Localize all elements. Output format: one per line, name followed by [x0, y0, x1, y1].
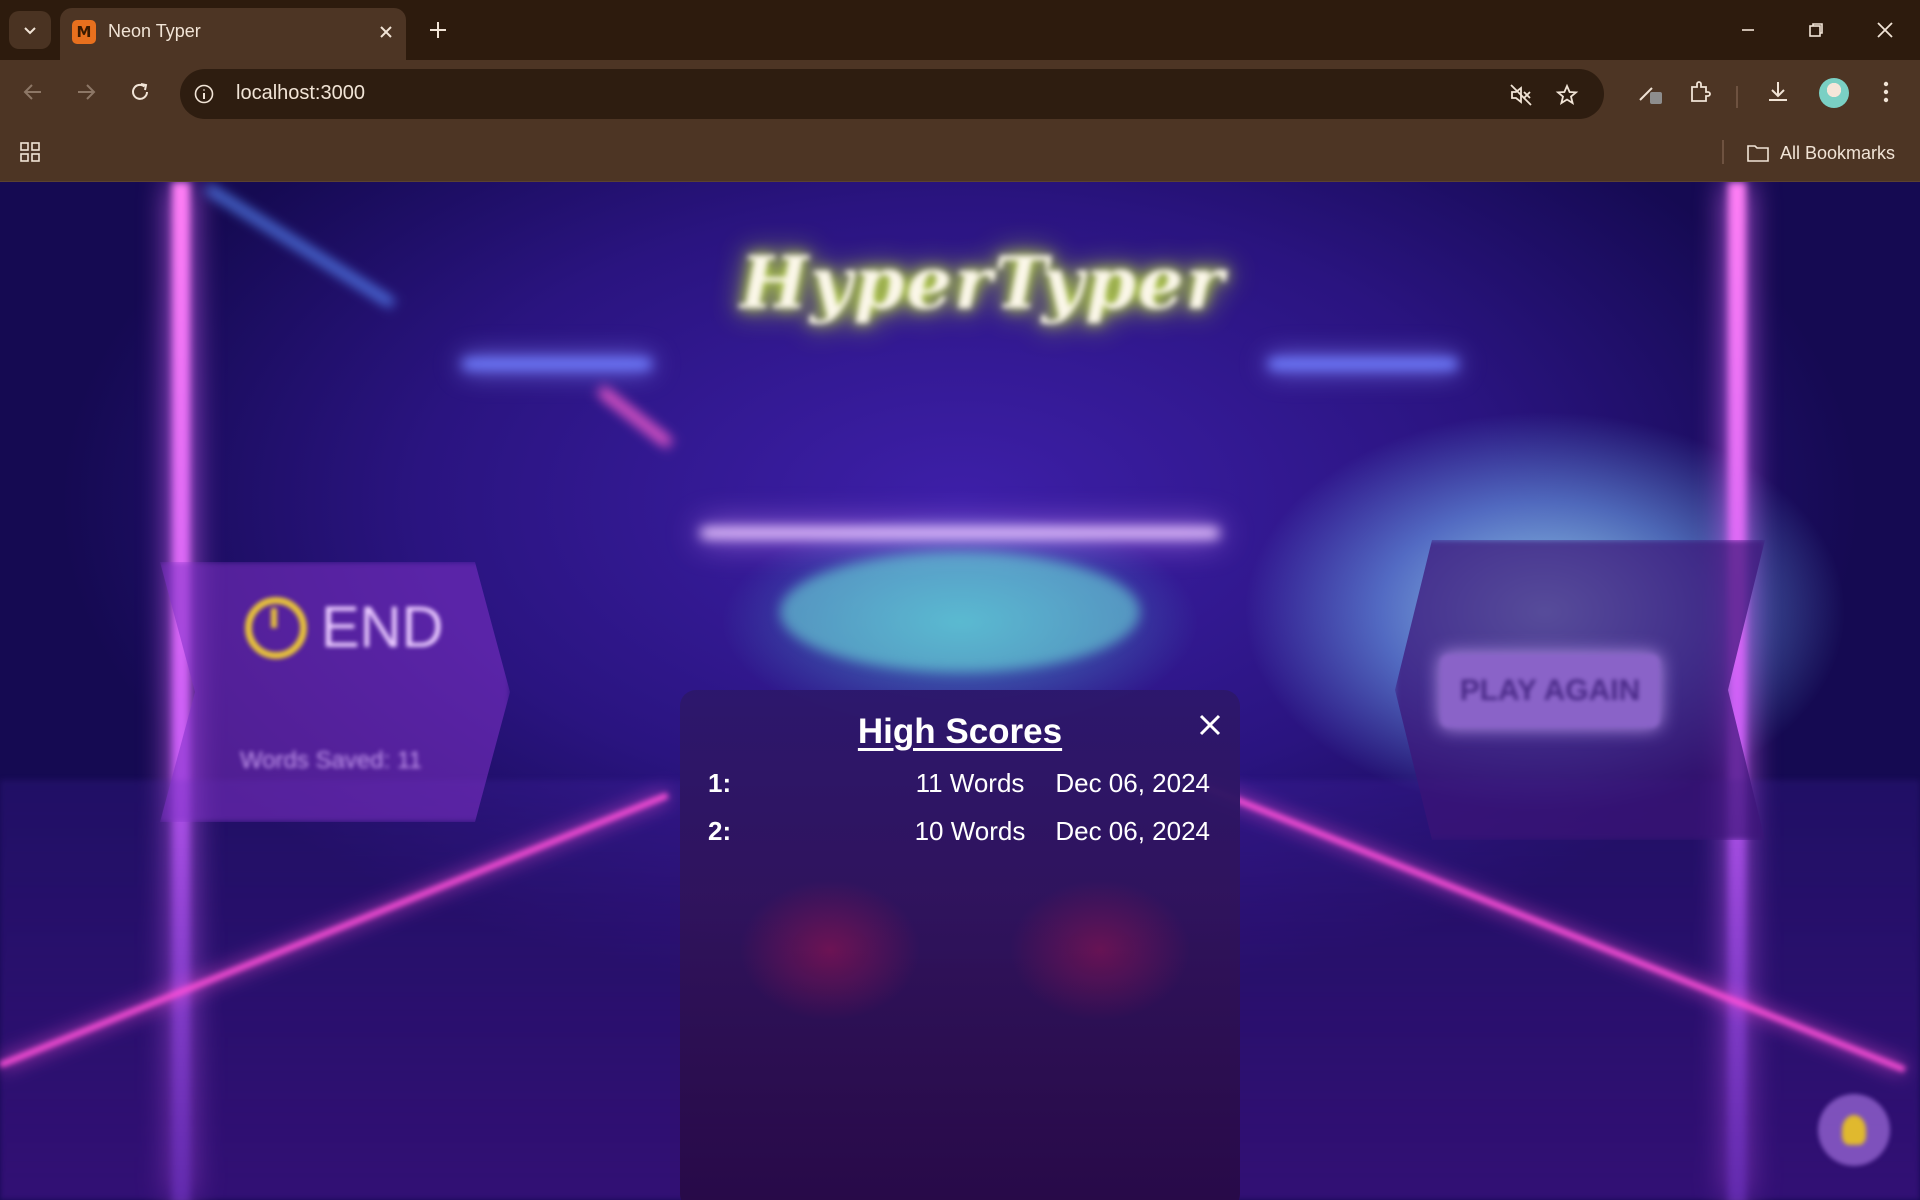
score-row: 1: 11 Words Dec 06, 2024	[680, 764, 1240, 804]
arrow-left-icon	[23, 84, 41, 100]
forward-button[interactable]	[68, 74, 104, 110]
close-icon	[380, 26, 392, 38]
stopwatch-icon	[245, 596, 307, 659]
high-scores-title: High Scores	[857, 712, 1063, 751]
score-rank: 1:	[708, 768, 732, 798]
neon-arch	[700, 527, 1220, 539]
words-saved-text: Words Saved: 11	[240, 747, 422, 774]
game-viewport: HyperTyper END Words Saved: 11 PLAY AGAI…	[0, 182, 1920, 1200]
score-date: Dec 06, 2024	[1055, 768, 1210, 798]
new-tab-button[interactable]	[424, 16, 452, 44]
tab-title: Neon Typer	[108, 21, 201, 41]
url-text[interactable]: localhost:3000	[236, 82, 365, 105]
tab-close-button[interactable]	[374, 20, 398, 44]
tab-neon-typer[interactable]: M Neon Typer	[60, 8, 406, 60]
play-again-button[interactable]: PLAY AGAIN	[1440, 654, 1660, 728]
hint-bulb-button[interactable]	[1818, 1094, 1890, 1166]
apps-grid-icon[interactable]	[16, 138, 44, 166]
restore-button[interactable]	[1796, 12, 1836, 48]
tab-strip: M Neon Typer	[0, 0, 1920, 60]
arrow-right-icon	[78, 84, 96, 100]
toolbar-divider	[1736, 86, 1738, 108]
neon-streak	[596, 385, 674, 449]
minimize-icon	[1742, 29, 1754, 31]
close-icon	[1199, 714, 1221, 736]
reload-icon	[132, 83, 148, 100]
extensions-puzzle-icon[interactable]	[1684, 76, 1716, 108]
bookmarks-bar: All Bookmarks	[0, 124, 1920, 182]
all-bookmarks-label: All Bookmarks	[1780, 142, 1896, 163]
folder-icon	[1747, 145, 1769, 162]
neon-bar-left	[462, 358, 652, 370]
profile-avatar[interactable]	[1819, 78, 1849, 108]
modal-close-button[interactable]	[1195, 710, 1225, 740]
game-title-sign: HyperTyper	[740, 240, 1226, 325]
bookmarks-divider	[1722, 140, 1724, 164]
favicon-icon: M	[72, 20, 96, 44]
download-icon[interactable]	[1762, 76, 1794, 108]
eyedropper-extension-icon[interactable]	[1634, 76, 1666, 108]
restore-icon	[1809, 23, 1823, 37]
tab-search-button[interactable]	[9, 11, 51, 49]
reload-button[interactable]	[122, 74, 158, 110]
score-row: 2: 10 Words Dec 06, 2024	[680, 812, 1240, 852]
mute-icon[interactable]	[1508, 82, 1534, 108]
browser-toolbar: localhost:3000	[0, 60, 1920, 124]
neon-streak	[204, 184, 396, 308]
plus-icon	[430, 22, 446, 38]
address-bar[interactable]: localhost:3000	[180, 69, 1604, 119]
minimize-button[interactable]	[1728, 12, 1768, 48]
all-bookmarks-button[interactable]: All Bookmarks	[1746, 138, 1895, 168]
chevron-down-icon	[24, 27, 36, 35]
high-scores-modal: High Scores 1: 11 Words Dec 06, 2024 2: …	[680, 690, 1240, 1200]
score-date: Dec 06, 2024	[1055, 816, 1210, 846]
neon-center-glow	[780, 552, 1140, 672]
end-label: END	[245, 594, 443, 661]
back-button[interactable]	[15, 74, 51, 110]
end-text: END	[321, 595, 444, 660]
bookmark-star-icon[interactable]	[1554, 82, 1580, 108]
close-window-button[interactable]	[1865, 12, 1905, 48]
neon-bar-right	[1268, 358, 1458, 370]
site-info-icon[interactable]	[192, 82, 216, 106]
score-rank: 2:	[708, 816, 732, 846]
close-icon	[1877, 22, 1893, 38]
menu-kebab-icon[interactable]	[1870, 76, 1902, 108]
